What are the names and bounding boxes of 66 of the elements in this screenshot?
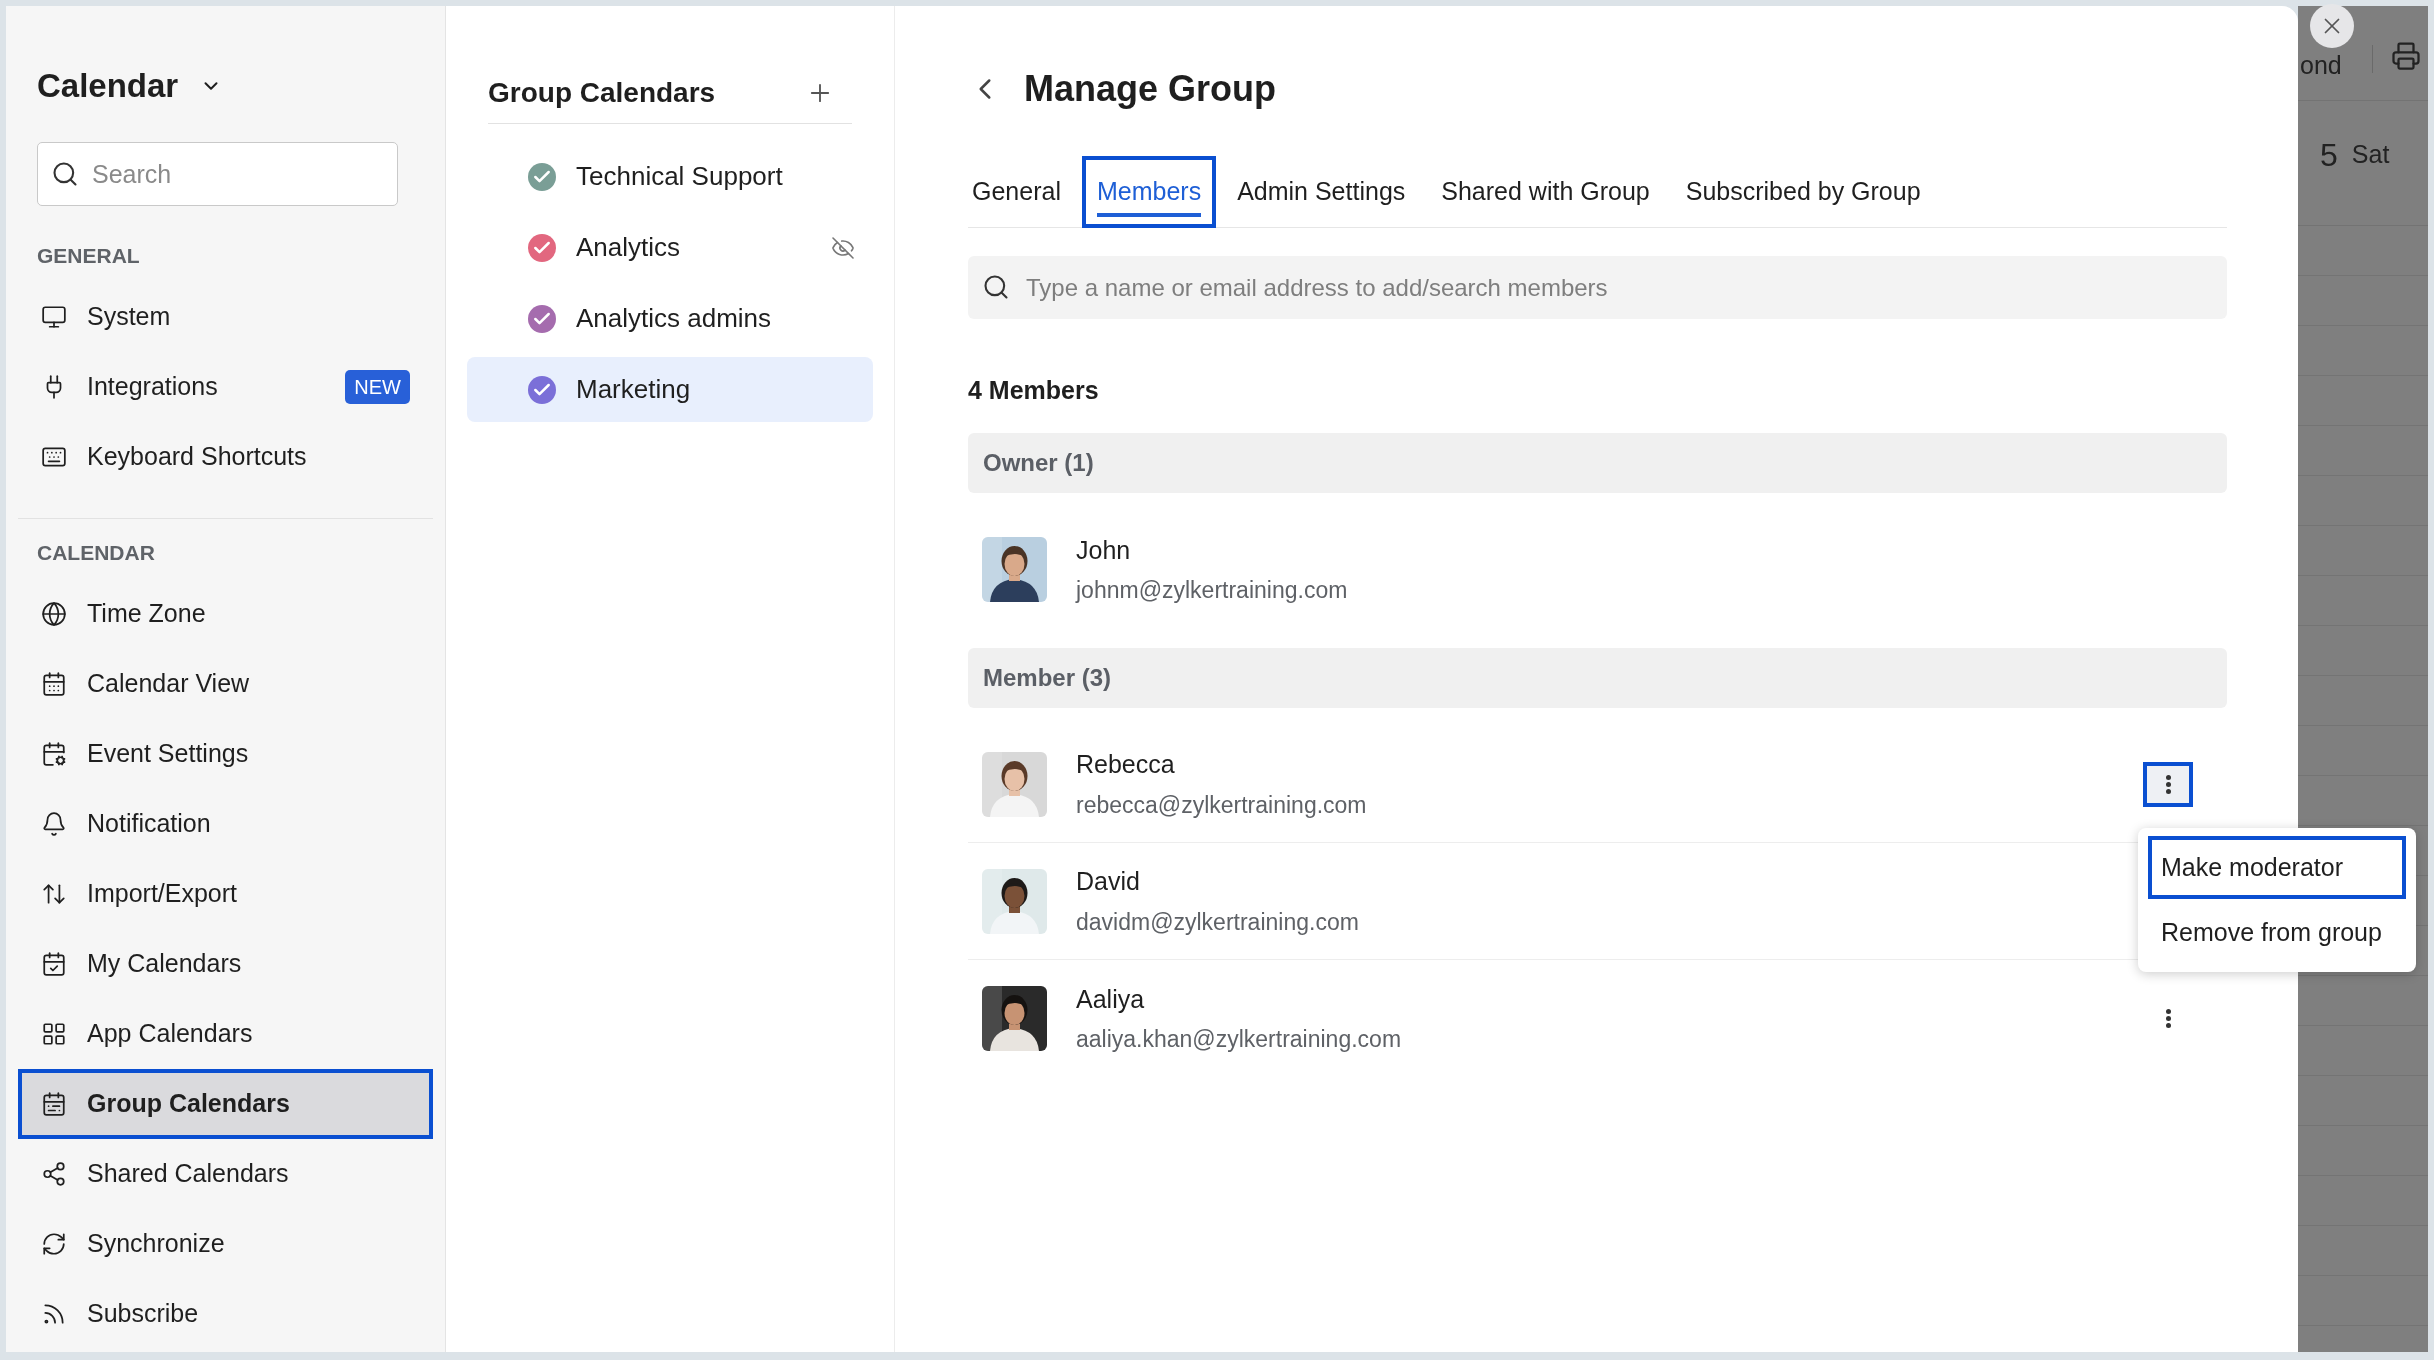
arrows-icon (41, 881, 67, 907)
search-icon (982, 273, 1010, 301)
sidebar-item[interactable]: Subscribe (18, 1279, 433, 1349)
section-heading: CALENDAR (37, 540, 155, 567)
printer-icon[interactable] (2390, 41, 2421, 71)
tab[interactable]: Shared with Group (1426, 156, 1665, 228)
member-email: aaliya.khan@zylkertraining.com (1076, 1025, 1402, 1054)
page-title: Manage Group (1024, 67, 1277, 111)
share-icon (41, 1161, 67, 1187)
monitor-icon (41, 304, 67, 330)
member-count: 4 Members (968, 375, 1099, 407)
group-calendar-item[interactable]: Analytics admins (467, 286, 873, 351)
member-email: johnm@zylkertraining.com (1076, 576, 1348, 605)
member-name: David (1076, 866, 1140, 897)
kebab-icon (2165, 1009, 2171, 1028)
calendar-icon (41, 1091, 67, 1117)
sidebar-item[interactable]: Group Calendars (18, 1069, 433, 1139)
grid-icon (41, 1021, 67, 1047)
day-number: 5 (2320, 136, 2338, 175)
sidebar-item[interactable]: Event Settings (18, 719, 433, 789)
sidebar-item[interactable]: Notification (18, 789, 433, 859)
sidebar-item[interactable]: Integrations NEW (15, 352, 436, 422)
menu-item[interactable]: Remove from group (2148, 901, 2406, 964)
group-header: Owner (1) (968, 433, 2227, 493)
member-email: davidm@zylkertraining.com (1076, 907, 1359, 937)
member-name: Rebecca (1076, 749, 1175, 780)
member-name: Aaliya (1076, 983, 1145, 1015)
globe-icon (41, 601, 67, 627)
kebab-icon (2165, 774, 2171, 794)
group-calendar-item[interactable]: Analytics (467, 215, 873, 280)
member-name: John (1076, 534, 1131, 566)
search-field[interactable]: Search (37, 142, 398, 206)
section-heading: GENERAL (37, 243, 140, 270)
calendar-check-icon (41, 951, 67, 977)
sidebar-item[interactable]: Keyboard Shortcuts (15, 422, 436, 492)
member-email: rebecca@zylkertraining.com (1076, 790, 1367, 820)
refresh-icon (41, 1231, 67, 1257)
calendar-button-text: ond (2299, 53, 2343, 78)
group-calendar-item[interactable]: Marketing (467, 357, 873, 422)
sidebar-item[interactable]: Synchronize (18, 1209, 433, 1279)
panel-title: Group Calendars (488, 75, 716, 110)
tab[interactable]: Subscribed by Group (1670, 156, 1936, 228)
eye-off-icon[interactable] (831, 235, 855, 260)
sidebar-item[interactable]: Shared Calendars (18, 1139, 433, 1209)
more-button[interactable] (2143, 761, 2193, 807)
sidebar-item[interactable]: Import/Export (18, 859, 433, 929)
keyboard-icon (41, 444, 67, 470)
day-name: Sat (2351, 139, 2390, 170)
new-badge: NEW (345, 370, 410, 404)
menu-item[interactable]: Make moderator (2148, 836, 2406, 899)
sidebar-item[interactable]: App Calendars (18, 999, 433, 1069)
sidebar-item[interactable]: Time Zone (18, 579, 433, 649)
app-title: Calendar (37, 66, 179, 107)
sidebar-item[interactable]: My Calendars (18, 929, 433, 999)
member-search-field[interactable]: Type a name or email address to add/search members (968, 256, 2227, 319)
group-calendar-item[interactable]: Technical Support (467, 144, 873, 209)
bell-icon (41, 811, 67, 837)
sidebar-item[interactable]: System (15, 282, 436, 352)
search-icon (51, 160, 79, 188)
tab[interactable]: Admin Settings (1222, 156, 1421, 228)
calendar-icon (41, 671, 67, 697)
tab[interactable]: General (957, 156, 1076, 228)
sidebar-item[interactable]: Calendar View (18, 649, 433, 719)
calendar-gear-icon (41, 741, 67, 767)
group-header: Member (3) (968, 648, 2227, 708)
tab[interactable]: Members (1081, 156, 1217, 228)
